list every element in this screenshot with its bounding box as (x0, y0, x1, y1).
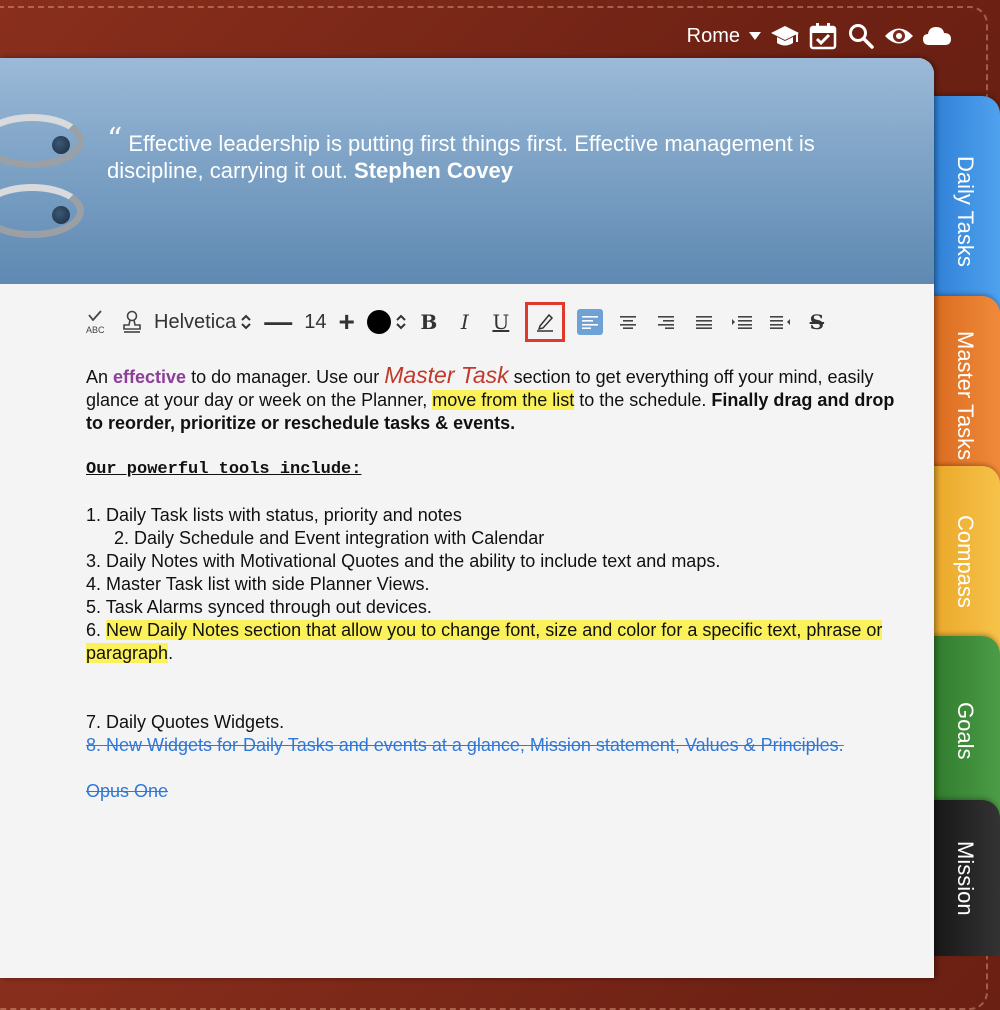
tab-compass-label: Compass (953, 514, 978, 608)
effective-word: effective (113, 367, 187, 387)
list-item: 2. Daily Schedule and Event integration … (114, 528, 545, 548)
tab-daily-tasks[interactable]: Daily Tasks (930, 96, 1000, 326)
align-right-button[interactable] (653, 307, 679, 337)
top-bar: Rome (687, 18, 952, 54)
tools-heading: Our powerful tools include: (86, 460, 362, 479)
indent-button[interactable] (729, 307, 755, 337)
italic-button[interactable]: I (453, 307, 477, 337)
dropdown-caret-icon[interactable] (748, 21, 762, 51)
align-left-icon (581, 316, 598, 329)
justify-icon (695, 316, 712, 329)
text-color-select[interactable] (366, 307, 407, 337)
tab-goals-label: Goals (953, 702, 978, 760)
list-item: 6. New Daily Notes section that allow yo… (86, 619, 906, 665)
highlighter-pen-icon (536, 313, 553, 332)
justify-button[interactable] (691, 307, 717, 337)
decrease-font-size-button[interactable]: — (264, 306, 292, 337)
select-stepper-icon (241, 314, 251, 330)
intro-paragraph: An effective to do manager. Use our Mast… (86, 364, 906, 435)
intro-text: to the schedule. (574, 390, 712, 410)
text-color-swatch (366, 310, 391, 334)
svg-text:ABC: ABC (86, 325, 105, 335)
quote-author: Stephen Covey (354, 158, 513, 183)
calendar-check-icon[interactable] (808, 21, 838, 51)
tab-mission[interactable]: Mission (930, 800, 1000, 956)
font-family-value: Helvetica (154, 310, 237, 333)
list-item-number: 6. (86, 620, 107, 640)
highlighted-list-text: New Daily Notes section that allow you t… (86, 620, 883, 663)
list-item: 1. Daily Task lists with status, priorit… (86, 505, 462, 525)
align-center-icon (619, 316, 636, 329)
align-right-icon (657, 316, 674, 329)
search-icon[interactable] (846, 21, 876, 51)
select-stepper-icon (396, 314, 406, 330)
outdent-button[interactable] (767, 307, 793, 337)
tab-master-tasks-label: Master Tasks (953, 331, 978, 461)
master-task-phrase: Master Task (384, 362, 509, 388)
font-family-select[interactable]: Helvetica (154, 307, 252, 337)
increase-font-size-button[interactable]: + (339, 306, 355, 337)
list-item: 3. Daily Notes with Motivational Quotes … (86, 551, 721, 571)
underline-button[interactable]: U (489, 307, 513, 337)
outdent-icon (769, 316, 790, 329)
align-center-button[interactable] (615, 307, 641, 337)
spellcheck-icon[interactable]: ABC (86, 307, 110, 337)
signature-text: Opus One (86, 781, 169, 801)
struck-list-item: 8. New Widgets for Daily Tasks and event… (86, 735, 844, 755)
align-left-button[interactable] (576, 307, 603, 337)
graduation-cap-icon[interactable] (770, 21, 800, 51)
strikethrough-button[interactable]: S (805, 307, 829, 337)
tab-daily-tasks-label: Daily Tasks (953, 155, 978, 267)
list-item: 5. Task Alarms synced through out device… (86, 597, 432, 617)
quote-header: “Effective leadership is putting first t… (0, 58, 934, 284)
intro-text: to do manager. Use our (186, 367, 385, 387)
notes-page: “Effective leadership is putting first t… (0, 58, 934, 978)
list-item: 4. Master Task list with side Planner Vi… (86, 574, 430, 594)
list-item: 7. Daily Quotes Widgets. (86, 712, 285, 732)
format-toolbar: ABC Helvetica — 14 + B I U S (86, 300, 841, 344)
tab-compass[interactable]: Compass (930, 466, 1000, 656)
intro-text: An (86, 367, 114, 387)
note-body[interactable]: An effective to do manager. Use our Mast… (86, 364, 906, 803)
tab-goals[interactable]: Goals (930, 636, 1000, 826)
bold-button[interactable]: B (417, 307, 441, 337)
daily-quote: “Effective leadership is putting first t… (107, 125, 887, 184)
list-item-end: . (168, 643, 174, 663)
eye-icon[interactable] (884, 21, 914, 51)
highlight-button[interactable] (524, 302, 565, 342)
location-label[interactable]: Rome (687, 25, 740, 48)
indent-icon (731, 316, 752, 329)
cloud-icon[interactable] (922, 21, 952, 51)
quote-mark-icon: “ (107, 122, 123, 157)
font-size-value: 14 (304, 310, 327, 333)
highlighted-phrase: move from the list (432, 390, 575, 410)
tab-mission-label: Mission (953, 840, 978, 916)
stamp-icon[interactable] (122, 307, 142, 337)
